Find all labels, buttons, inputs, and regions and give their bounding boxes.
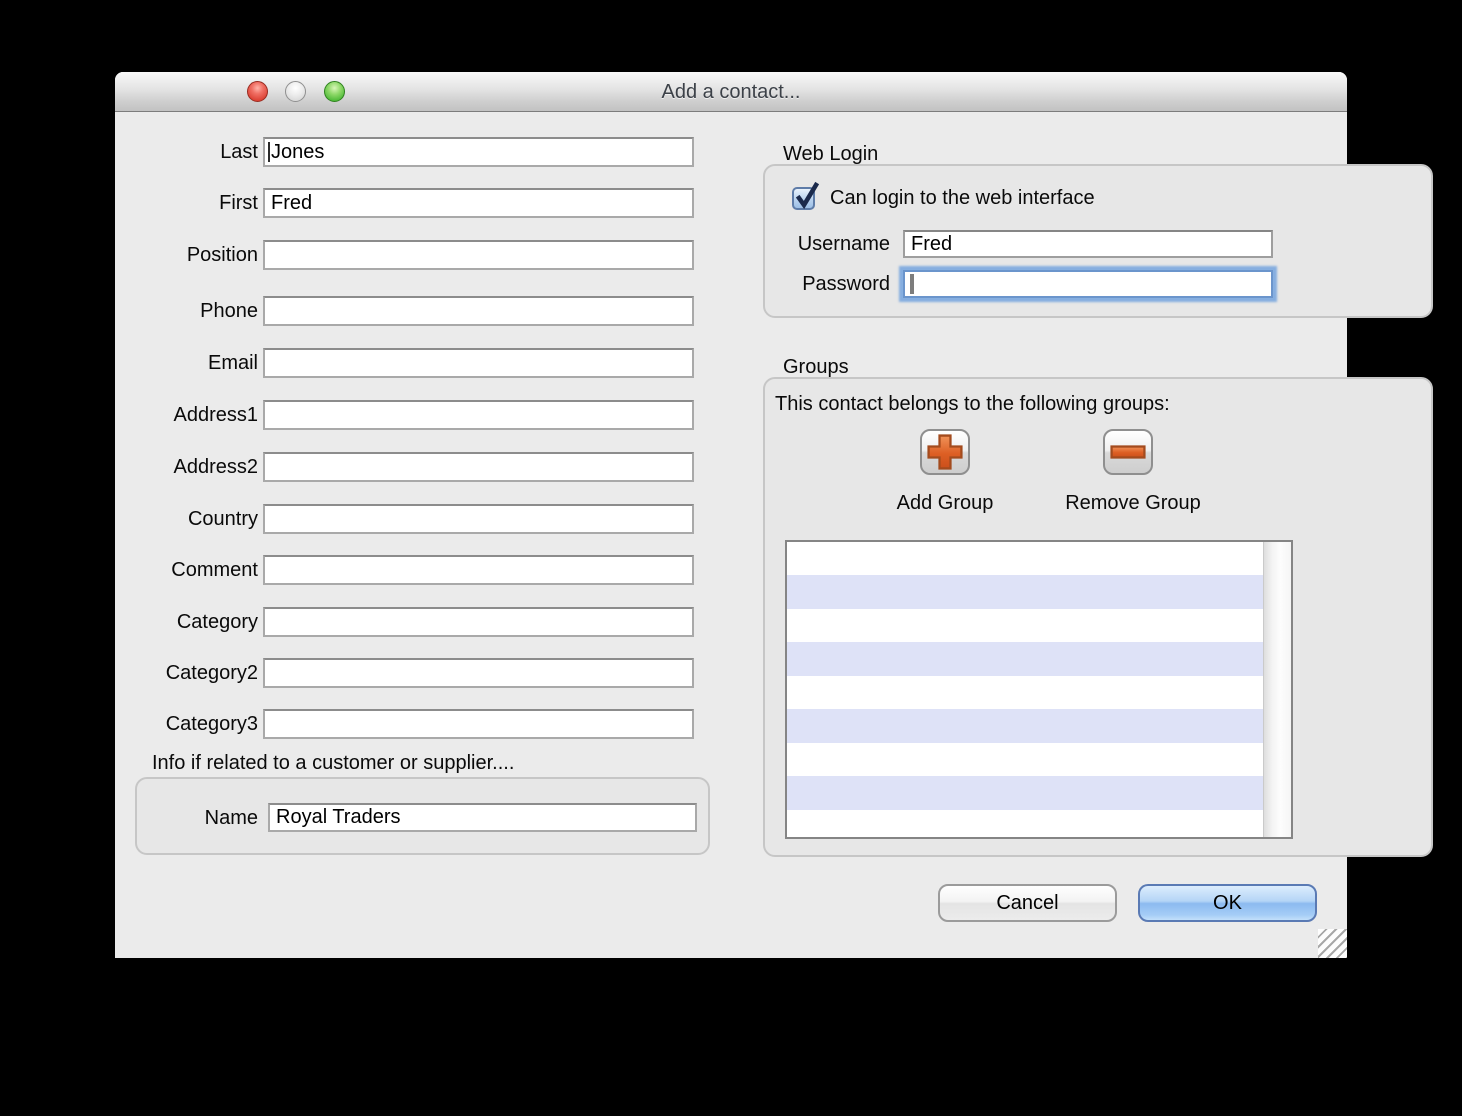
plus-icon — [922, 431, 968, 473]
address2-label: Address2 — [115, 452, 258, 482]
field-row-country: Country — [115, 504, 715, 534]
remove-group-button[interactable] — [1103, 429, 1153, 475]
email-input[interactable] — [263, 348, 694, 378]
comment-input[interactable] — [263, 555, 694, 585]
resize-grip-icon[interactable] — [1318, 929, 1347, 958]
groups-section-label: Groups — [783, 355, 849, 379]
address1-input[interactable] — [263, 400, 694, 430]
position-label: Position — [115, 240, 258, 270]
checkmark-icon — [794, 180, 821, 210]
vertical-scrollbar[interactable] — [1263, 542, 1291, 837]
password-label: Password — [775, 270, 890, 298]
first-input[interactable] — [263, 188, 694, 218]
phone-input[interactable] — [263, 296, 694, 326]
phone-label: Phone — [115, 296, 258, 326]
add-group-caption: Add Group — [875, 490, 1015, 516]
groups-heading: This contact belongs to the following gr… — [775, 391, 1170, 417]
position-input[interactable] — [263, 240, 694, 270]
last-label: Last — [115, 137, 258, 167]
field-row-address2: Address2 — [115, 452, 715, 482]
titlebar[interactable]: Add a contact... — [115, 72, 1347, 112]
username-input[interactable] — [903, 230, 1273, 258]
email-label: Email — [115, 348, 258, 378]
name-input[interactable] — [268, 803, 697, 832]
remove-group-caption: Remove Group — [1053, 490, 1213, 516]
category2-label: Category2 — [115, 658, 258, 688]
add-group-button[interactable] — [920, 429, 970, 475]
field-row-category3: Category3 — [115, 709, 715, 739]
last-input[interactable] — [263, 137, 694, 167]
name-label: Name — [115, 803, 258, 833]
field-row-email: Email — [115, 348, 715, 378]
add-contact-dialog: Add a contact... Last First Position Pho… — [115, 72, 1347, 958]
groups-list[interactable] — [785, 540, 1293, 839]
category2-input[interactable] — [263, 658, 694, 688]
address1-label: Address1 — [115, 400, 258, 430]
country-input[interactable] — [263, 504, 694, 534]
cancel-button[interactable]: Cancel — [938, 884, 1117, 922]
password-input[interactable] — [903, 270, 1273, 298]
window-title: Add a contact... — [115, 72, 1347, 112]
ok-button[interactable]: OK — [1138, 884, 1317, 922]
field-row-comment: Comment — [115, 555, 715, 585]
related-info-heading: Info if related to a customer or supplie… — [152, 751, 514, 775]
country-label: Country — [115, 504, 258, 534]
field-row-phone: Phone — [115, 296, 715, 326]
category3-label: Category3 — [115, 709, 258, 739]
field-row-first: First — [115, 188, 715, 218]
field-row-position: Position — [115, 240, 715, 270]
category-label: Category — [115, 607, 258, 637]
web-login-section-label: Web Login — [783, 142, 878, 166]
field-row-last: Last — [115, 137, 715, 167]
minus-icon — [1105, 431, 1151, 473]
comment-label: Comment — [115, 555, 258, 585]
field-row-category2: Category2 — [115, 658, 715, 688]
can-login-checkbox[interactable] — [792, 187, 815, 210]
field-row-address1: Address1 — [115, 400, 715, 430]
field-row-category: Category — [115, 607, 715, 637]
category3-input[interactable] — [263, 709, 694, 739]
category-input[interactable] — [263, 607, 694, 637]
address2-input[interactable] — [263, 452, 694, 482]
first-label: First — [115, 188, 258, 218]
username-label: Username — [775, 230, 890, 258]
can-login-label: Can login to the web interface — [830, 185, 1095, 211]
